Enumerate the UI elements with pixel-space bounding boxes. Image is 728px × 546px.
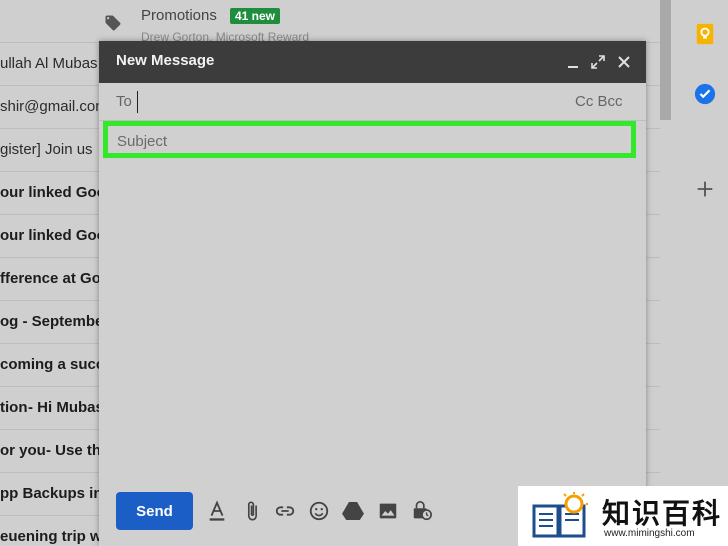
- email-row-text: coming a succ: [0, 356, 105, 373]
- to-row: To Cc Bcc: [99, 83, 646, 121]
- email-row-text: or you: [0, 442, 46, 459]
- link-icon[interactable]: [274, 500, 296, 522]
- email-row-text: fference at Goo: [0, 270, 111, 287]
- compose-title: New Message: [116, 52, 215, 69]
- email-row-text: our linked Goo: [0, 227, 106, 244]
- email-row-text: our linked Goo: [0, 184, 106, 201]
- add-icon[interactable]: [694, 178, 716, 200]
- tasks-icon[interactable]: [694, 83, 716, 105]
- promotions-title: Promotions: [141, 7, 217, 24]
- promotions-row[interactable]: Promotions 41 new Drew Gorton, Microsoft…: [0, 0, 660, 44]
- subject-input[interactable]: [117, 130, 617, 152]
- expand-icon[interactable]: [589, 53, 607, 71]
- message-body[interactable]: [99, 163, 646, 483]
- attach-icon[interactable]: [241, 500, 263, 522]
- subject-highlight: [103, 121, 636, 158]
- tag-icon: [105, 15, 121, 31]
- to-label: To: [116, 93, 132, 110]
- email-row-text: gister] Join us: [0, 141, 93, 158]
- emoji-icon[interactable]: [308, 500, 330, 522]
- email-row-text: pp Backups in: [0, 485, 103, 502]
- email-row-text: shir@gmail.con: [0, 98, 104, 115]
- send-button[interactable]: Send: [116, 492, 193, 530]
- watermark: 知识百科 www.mimingshi.com: [518, 486, 728, 546]
- format-text-icon[interactable]: [206, 500, 228, 522]
- email-row-text: tion: [0, 399, 28, 416]
- drive-icon[interactable]: [342, 500, 364, 522]
- email-row-text: og - Septembe: [0, 313, 104, 330]
- email-row-snippet: - Hi Mubas: [28, 399, 104, 416]
- watermark-url: www.mimingshi.com: [604, 528, 695, 539]
- to-input[interactable]: [137, 91, 557, 113]
- compose-header: New Message: [99, 41, 646, 83]
- close-icon[interactable]: [615, 53, 633, 71]
- confidential-icon[interactable]: [411, 500, 433, 522]
- email-row-text: ullah Al Mubas: [0, 55, 98, 72]
- scrollbar[interactable]: [660, 0, 671, 120]
- email-row-text: euening trip wit: [0, 528, 111, 545]
- watermark-text: 知识百科: [602, 497, 723, 530]
- minimize-icon[interactable]: [564, 53, 582, 71]
- new-count-badge: 41 new: [230, 8, 281, 24]
- photo-icon[interactable]: [377, 500, 399, 522]
- book-bulb-logo: [532, 492, 588, 538]
- compose-window: New Message To Cc Bcc Send: [99, 41, 646, 546]
- keep-icon[interactable]: [694, 23, 716, 45]
- cc-bcc-link[interactable]: Cc Bcc: [575, 93, 623, 110]
